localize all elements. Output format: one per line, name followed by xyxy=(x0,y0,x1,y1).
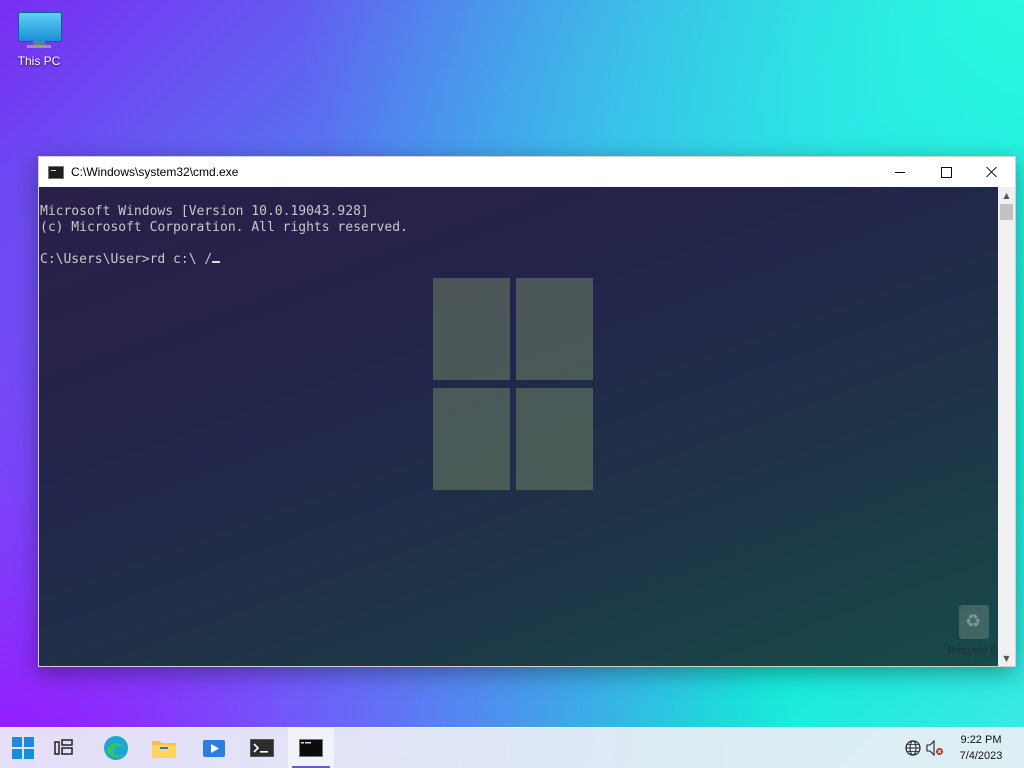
cmd-app-icon[interactable] xyxy=(48,165,64,179)
console-line: Microsoft Windows [Version 10.0.19043.92… xyxy=(40,204,369,219)
recycle-bin-shadow: Recycle Bi xyxy=(944,605,999,657)
edge-button[interactable] xyxy=(93,728,139,768)
close-icon xyxy=(986,166,998,178)
terminal-icon xyxy=(250,739,274,757)
window-title: C:\Windows\system32\cmd.exe xyxy=(71,165,239,179)
clock-time: 9:22 PM xyxy=(960,734,1002,746)
close-button[interactable] xyxy=(969,157,1015,187)
vertical-scrollbar[interactable]: ▲ ▼ xyxy=(998,187,1015,666)
text-cursor xyxy=(212,261,221,263)
speaker-muted-icon xyxy=(926,740,943,756)
cmd-icon xyxy=(299,739,323,757)
recycle-bin-label: Recycle Bi xyxy=(948,645,999,657)
terminal-button[interactable] xyxy=(239,728,285,768)
clock[interactable]: 9:22 PM 7/4/2023 xyxy=(946,732,1016,764)
minimize-button[interactable] xyxy=(877,157,923,187)
volume-button[interactable] xyxy=(924,728,946,768)
console-prompt: C:\Users\User>rd c:\ / xyxy=(40,252,213,267)
maximize-button[interactable] xyxy=(923,157,969,187)
recycle-bin-icon xyxy=(959,605,989,639)
windows-logo-watermark xyxy=(433,278,593,490)
console-prompt-line[interactable]: C:\Users\User>rd c:\ / xyxy=(40,252,408,268)
edge-browser-icon xyxy=(104,736,128,760)
cmd-taskbar-button[interactable] xyxy=(288,728,334,768)
network-button[interactable] xyxy=(902,728,924,768)
folder-icon xyxy=(152,741,176,758)
scroll-thumb[interactable] xyxy=(1000,204,1013,220)
taskbar: 9:22 PM 7/4/2023 xyxy=(0,727,1024,768)
system-tray: 9:22 PM 7/4/2023 xyxy=(902,728,1024,768)
minimize-icon xyxy=(895,171,905,173)
scroll-down-button[interactable]: ▼ xyxy=(998,650,1015,666)
maximize-icon xyxy=(940,166,952,178)
media-player-icon xyxy=(203,740,225,757)
windows-start-icon xyxy=(12,737,34,759)
task-view-button[interactable] xyxy=(41,728,87,768)
console-area[interactable]: Recycle Bi Microsoft Windows [Version 10… xyxy=(39,187,999,666)
globe-icon xyxy=(905,740,921,756)
console-line: (c) Microsoft Corporation. All rights re… xyxy=(40,220,408,235)
task-view-icon xyxy=(54,739,73,755)
clock-date: 7/4/2023 xyxy=(959,750,1003,762)
media-player-button[interactable] xyxy=(191,728,237,768)
computer-icon xyxy=(17,10,62,50)
desktop-icon-label: This PC xyxy=(17,54,61,68)
cmd-window[interactable]: C:\Windows\system32\cmd.exe Recycle Bi M… xyxy=(38,156,1016,667)
desktop-icon-this-pc[interactable]: This PC xyxy=(1,10,77,68)
console-output: Microsoft Windows [Version 10.0.19043.92… xyxy=(40,188,408,300)
start-button[interactable] xyxy=(0,728,46,768)
file-explorer-button[interactable] xyxy=(141,728,187,768)
window-titlebar[interactable]: C:\Windows\system32\cmd.exe xyxy=(39,157,1015,187)
scroll-up-button[interactable]: ▲ xyxy=(998,187,1015,203)
